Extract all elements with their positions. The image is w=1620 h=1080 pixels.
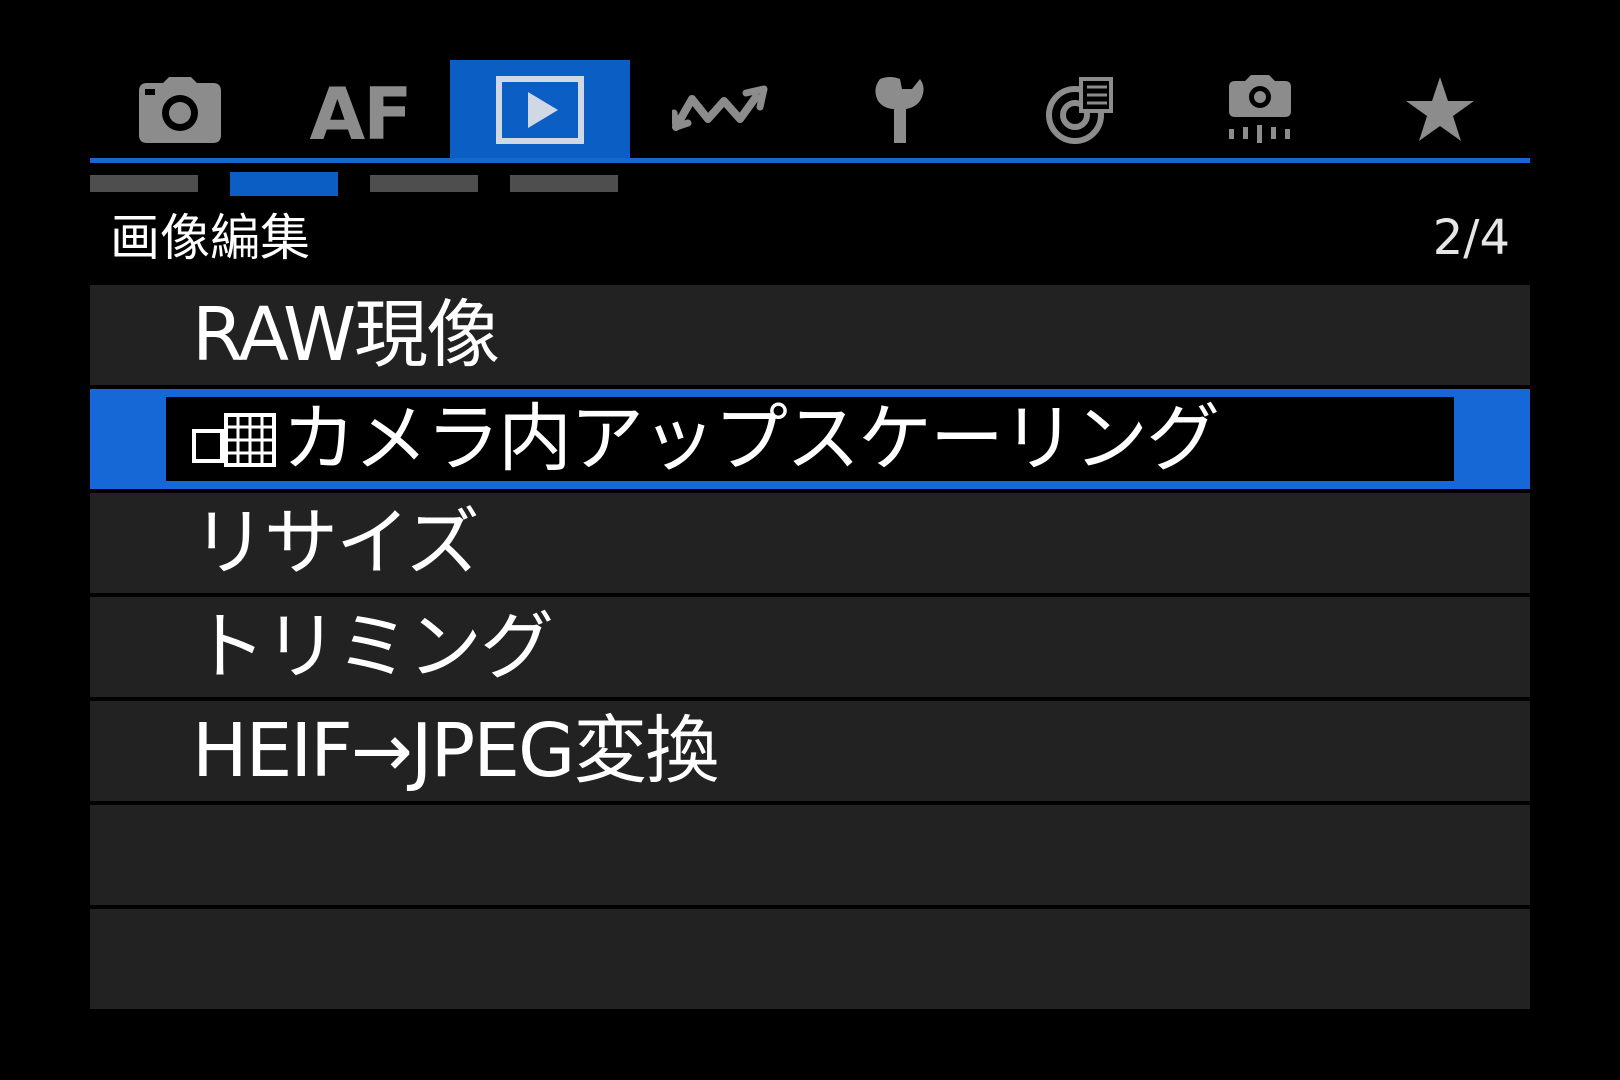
tab-setup[interactable] [810, 60, 990, 160]
wrench-icon [875, 77, 924, 143]
custom-function-icon [1046, 77, 1113, 144]
tab-af[interactable]: AF [270, 60, 450, 160]
page-dash-3[interactable] [370, 175, 478, 192]
menu-item-label: トリミング [192, 604, 554, 690]
star-icon [1406, 77, 1474, 141]
page-counter: 2/4 [1432, 210, 1510, 266]
camera-custom-icon [1229, 75, 1291, 143]
page-dash-1[interactable] [90, 175, 198, 192]
tab-network[interactable] [630, 60, 810, 160]
tab-shooting[interactable] [90, 60, 270, 160]
tab-af-label: AF [309, 72, 413, 156]
menu-item-label: リサイズ [192, 500, 480, 586]
tab-custom-functions[interactable] [990, 60, 1170, 160]
menu-item-label: HEIF→JPEG変換 [192, 708, 719, 794]
tab-my-menu[interactable] [1350, 60, 1530, 160]
menu-item-empty [90, 805, 1530, 905]
menu-item-trimming[interactable]: トリミング [90, 597, 1530, 697]
network-wave-icon [672, 85, 768, 131]
menu-item-empty [90, 909, 1530, 1009]
menu-item-resize[interactable]: リサイズ [90, 493, 1530, 593]
play-icon [496, 76, 584, 144]
section-title: 画像編集 [110, 209, 310, 267]
camera-icon [139, 77, 221, 143]
menu-item-heif-to-jpeg[interactable]: HEIF→JPEG変換 [90, 701, 1530, 801]
menu-item-raw-processing[interactable]: RAW現像 [90, 285, 1530, 385]
page-dash-2-active[interactable] [230, 172, 338, 196]
menu-tab-bar: AF [90, 60, 1530, 160]
tab-playback[interactable] [450, 60, 630, 160]
page-dash-4[interactable] [510, 175, 618, 192]
camera-menu-screen: AF 画像編集 2/4 RAW現像 カメラ内アップスケーリング リサイズ トリミ… [0, 0, 1620, 1080]
menu-item-in-camera-upscaling[interactable]: カメラ内アップスケーリング [90, 389, 1530, 489]
menu-item-label: RAW現像 [192, 292, 500, 378]
menu-list: RAW現像 カメラ内アップスケーリング リサイズ トリミング HEIF→JPEG… [90, 285, 1530, 1013]
menu-item-label: カメラ内アップスケーリング [282, 396, 1220, 482]
tab-custom-shooting[interactable] [1170, 60, 1350, 160]
tab-bar-underline [90, 158, 1530, 163]
menu-item-label-wrapper: カメラ内アップスケーリング [192, 389, 1220, 489]
upscale-badge-icon [192, 413, 276, 468]
